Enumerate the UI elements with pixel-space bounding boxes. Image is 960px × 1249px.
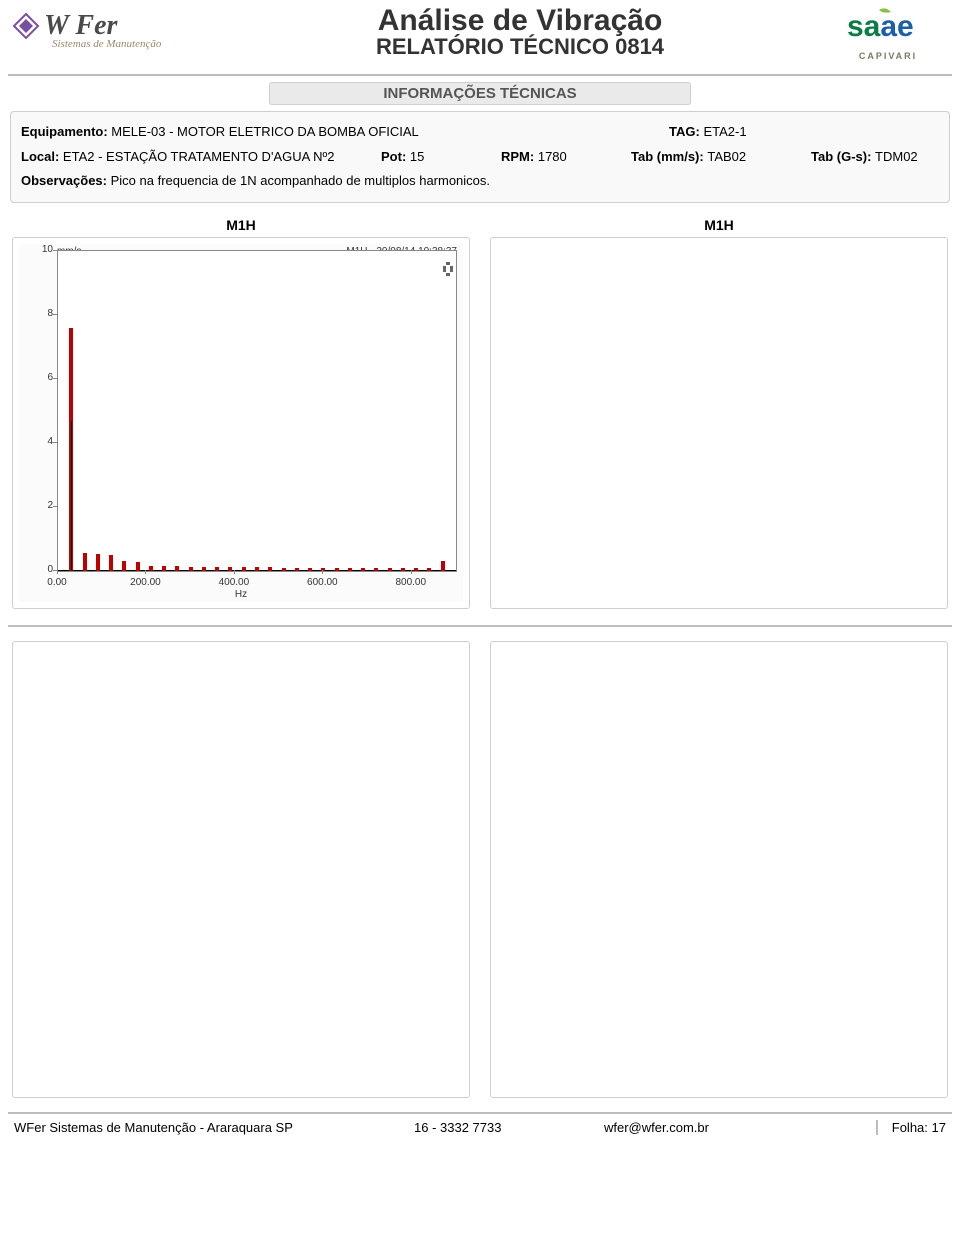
spectrum-bar: [109, 555, 113, 571]
spectrum-bar: [295, 568, 299, 571]
saae-caption: CAPIVARI: [828, 51, 948, 61]
spectrum-bar: [361, 568, 365, 571]
footer-company: WFer Sistemas de Manutenção - Araraquara…: [14, 1120, 414, 1135]
spectrum-bar: [175, 566, 179, 571]
svg-text:saae: saae: [847, 10, 914, 43]
wfer-logo: W Fer Sistemas de Manutenção: [12, 4, 212, 50]
footer-phone: 16 - 3332 7733: [414, 1120, 604, 1135]
spectrum-bar: [149, 566, 153, 571]
panel-left: M1H mm/s M1H - 20/08/14 10:38:37 7,48 RM…: [12, 213, 470, 609]
spectrum-bar: [348, 568, 352, 571]
mid-divider: [8, 625, 952, 627]
spectrum-bar: [388, 568, 392, 571]
upper-panels: M1H mm/s M1H - 20/08/14 10:38:37 7,48 RM…: [12, 213, 948, 609]
spectrum-bar: [202, 567, 206, 571]
spectrum-bar: [282, 568, 286, 571]
spectrum-bar: [122, 561, 126, 571]
footer-divider: [8, 1112, 952, 1114]
lower-panels: [12, 641, 948, 1098]
technical-info-box: Equipamento: MELE-03 - MOTOR ELETRICO DA…: [10, 111, 950, 203]
x-tick: 800.00: [395, 577, 426, 588]
y-tick: 8: [19, 308, 53, 319]
y-tick: 10: [19, 244, 53, 255]
spectrum-bar: [401, 568, 405, 571]
panel-left-title: M1H: [12, 217, 470, 233]
y-tick: 6: [19, 372, 53, 383]
field-tab-gs: Tab (G-s): TDM02: [811, 145, 918, 170]
chart-x-label: Hz: [235, 589, 247, 600]
field-tab-mms: Tab (mm/s): TAB02: [631, 145, 791, 170]
spectrum-bar: [268, 567, 272, 571]
spectrum-bar: [136, 562, 140, 571]
y-tick: 4: [19, 436, 53, 447]
panel-right-title: M1H: [490, 217, 948, 233]
report-title: Análise de Vibração: [212, 4, 828, 38]
cursor-icon: [443, 262, 453, 276]
field-local: Local: ETA2 - ESTAÇÃO TRATAMENTO D'AGUA …: [21, 145, 351, 170]
wfer-mark-icon: [12, 12, 40, 40]
spectrum-chart: mm/s M1H - 20/08/14 10:38:37 7,48 RMS 13…: [12, 237, 470, 609]
field-tag: TAG: ETA2-1: [669, 120, 939, 145]
spectrum-bar: [335, 568, 339, 571]
panel-right-box: [490, 237, 948, 609]
report-title-block: Análise de Vibração RELATÓRIO TÉCNICO 08…: [212, 4, 828, 60]
saae-leaf-icon: saae: [843, 6, 933, 46]
saae-logo: saae CAPIVARI: [828, 4, 948, 61]
x-tick: 600.00: [307, 577, 338, 588]
spectrum-bar: [96, 554, 100, 571]
x-tick: 0.00: [47, 577, 66, 588]
spectrum-bar: [414, 568, 418, 571]
header-divider: [8, 74, 952, 76]
field-pot: Pot: 15: [381, 145, 471, 170]
wfer-tagline: Sistemas de Manutenção: [52, 38, 212, 50]
field-observacoes: Observações: Pico na frequencia de 1N ac…: [21, 169, 490, 194]
spectrum-bar: [228, 567, 232, 571]
spectrum-bar: [255, 567, 259, 571]
y-tick: 2: [19, 500, 53, 511]
spectrum-bar: [374, 568, 378, 571]
spectrum-bar: [162, 566, 166, 571]
footer-email: wfer@wfer.com.br: [604, 1120, 876, 1135]
x-tick: 400.00: [219, 577, 250, 588]
report-subtitle: RELATÓRIO TÉCNICO 0814: [212, 34, 828, 60]
spectrum-bar: [83, 553, 87, 571]
lower-panel-right: [490, 641, 948, 1098]
chart-canvas: mm/s M1H - 20/08/14 10:38:37 7,48 RMS 13…: [19, 244, 463, 602]
lower-panel-left: [12, 641, 470, 1098]
field-rpm: RPM: 1780: [501, 145, 611, 170]
spectrum-bar: [427, 568, 431, 571]
spectrum-bar: [189, 567, 193, 571]
x-tick: 200.00: [130, 577, 161, 588]
spectrum-bar: [441, 561, 445, 571]
footer-page: Folha: 17: [876, 1120, 946, 1135]
page-header: W Fer Sistemas de Manutenção Análise de …: [0, 0, 960, 74]
spectrum-bar: [242, 567, 246, 571]
spectrum-bar: [215, 567, 219, 571]
section-label-info: INFORMAÇÕES TÉCNICAS: [269, 82, 691, 105]
field-equipamento: Equipamento: MELE-03 - MOTOR ELETRICO DA…: [21, 120, 419, 145]
y-tick: 0: [19, 564, 53, 575]
page-footer: WFer Sistemas de Manutenção - Araraquara…: [0, 1118, 960, 1145]
panel-right: M1H: [490, 213, 948, 609]
plot-area: [57, 250, 457, 572]
spectrum-bar: [308, 568, 312, 571]
